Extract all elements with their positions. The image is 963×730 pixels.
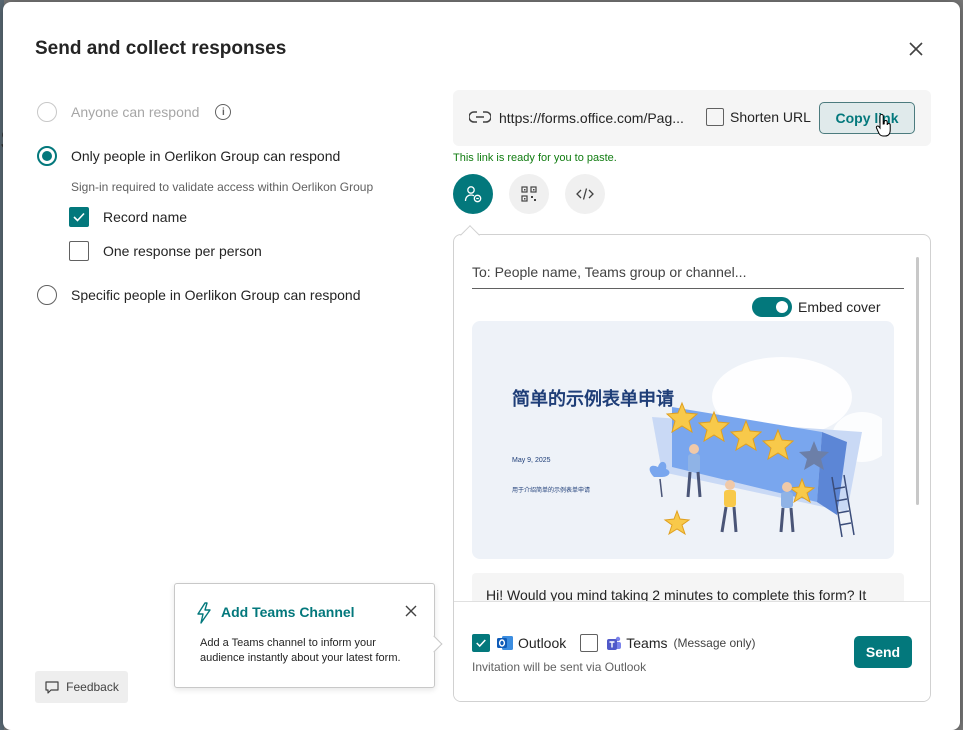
hand-cursor-icon — [875, 114, 891, 137]
callout-arrow — [425, 635, 443, 653]
teams-icon — [604, 634, 622, 652]
share-panel: Embed cover 简单的示例表单申请 May 9, 2025 用于介绍简单… — [453, 234, 931, 702]
radio-specific-people[interactable]: Specific people in Oerlikon Group can re… — [37, 285, 361, 305]
callout-title: Add Teams Channel — [221, 604, 355, 620]
copy-link-button[interactable]: Copy link — [819, 102, 915, 134]
outlook-checkbox[interactable] — [472, 634, 490, 652]
person-share-icon — [464, 186, 482, 203]
link-ready-note: This link is ready for you to paste. — [453, 152, 617, 164]
checkbox-label: One response per person — [103, 243, 262, 259]
shorten-url-checkbox[interactable]: Shorten URL — [706, 108, 811, 126]
share-panel-footer: Outlook Teams (Message only) Invitation … — [454, 601, 930, 701]
info-icon[interactable]: i — [215, 104, 232, 120]
invite-note: Invitation will be sent via Outlook — [472, 660, 647, 674]
signin-note: Sign-in required to validate access with… — [71, 180, 374, 194]
close-button[interactable] — [905, 38, 927, 60]
radio-org-only[interactable]: Only people in Oerlikon Group can respon… — [37, 146, 340, 166]
radio-label: Only people in Oerlikon Group can respon… — [71, 148, 341, 164]
scrollbar-thumb[interactable] — [916, 257, 919, 505]
checkbox-box — [706, 108, 724, 126]
radio-circle — [37, 102, 57, 122]
embed-code-icon — [576, 188, 594, 200]
teams-channel-callout: Add Teams Channel Add a Teams channel to… — [174, 583, 443, 688]
callout-body: Add a Teams channel to inform your audie… — [200, 637, 401, 664]
radio-label: Anyone can respond — [71, 104, 200, 120]
radio-circle — [37, 285, 57, 305]
checkmark-icon — [476, 639, 486, 648]
shorten-url-label: Shorten URL — [730, 109, 811, 125]
share-qr-button[interactable] — [509, 174, 549, 214]
toggle-switch — [752, 297, 792, 317]
embed-cover-label: Embed cover — [798, 299, 881, 315]
teams-checkbox[interactable] — [580, 634, 599, 652]
dialog-title: Send and collect responses — [35, 38, 287, 59]
one-response-checkbox[interactable]: One response per person — [69, 241, 262, 261]
radio-label: Specific people in Oerlikon Group can re… — [71, 287, 361, 303]
checkmark-icon — [73, 212, 85, 222]
outlook-icon — [496, 634, 514, 652]
feedback-label: Feedback — [66, 680, 119, 694]
cover-date: May 9, 2025 — [512, 457, 551, 464]
radio-anyone[interactable]: Anyone can respond i — [37, 102, 232, 122]
feedback-button[interactable]: Feedback — [35, 671, 128, 703]
checkbox-box — [69, 207, 89, 227]
link-box: https://forms.office.com/Pag... Shorten … — [453, 90, 931, 146]
radio-circle — [37, 146, 57, 166]
checkbox-box — [69, 241, 89, 261]
rating-illustration — [649, 357, 882, 538]
teams-message-only-note: (Message only) — [673, 636, 756, 650]
share-embed-button[interactable] — [565, 174, 605, 214]
qr-code-icon — [521, 186, 537, 202]
outlook-label: Outlook — [518, 635, 567, 651]
checkbox-label: Record name — [103, 209, 188, 225]
lightning-icon — [197, 602, 211, 624]
send-dialog: Send and collect responses Anyone can re… — [3, 2, 960, 730]
link-url[interactable]: https://forms.office.com/Pag... — [499, 110, 684, 126]
teams-label: Teams — [626, 635, 668, 651]
recipients-input[interactable] — [472, 255, 904, 289]
form-cover-image: 简单的示例表单申请 May 9, 2025 用于介绍简单的示例表单申请 — [472, 321, 894, 559]
record-name-checkbox[interactable]: Record name — [69, 207, 187, 227]
channel-options: Outlook Teams (Message only) — [472, 634, 756, 652]
send-button[interactable]: Send — [854, 636, 912, 668]
share-person-button[interactable] — [453, 174, 493, 214]
embed-cover-toggle[interactable]: Embed cover — [752, 297, 880, 317]
link-icon — [469, 111, 491, 123]
close-icon — [909, 42, 923, 56]
cover-subtitle: 用于介绍简单的示例表单申请 — [512, 487, 591, 494]
feedback-icon — [45, 681, 59, 694]
callout-close-icon[interactable] — [403, 603, 419, 619]
